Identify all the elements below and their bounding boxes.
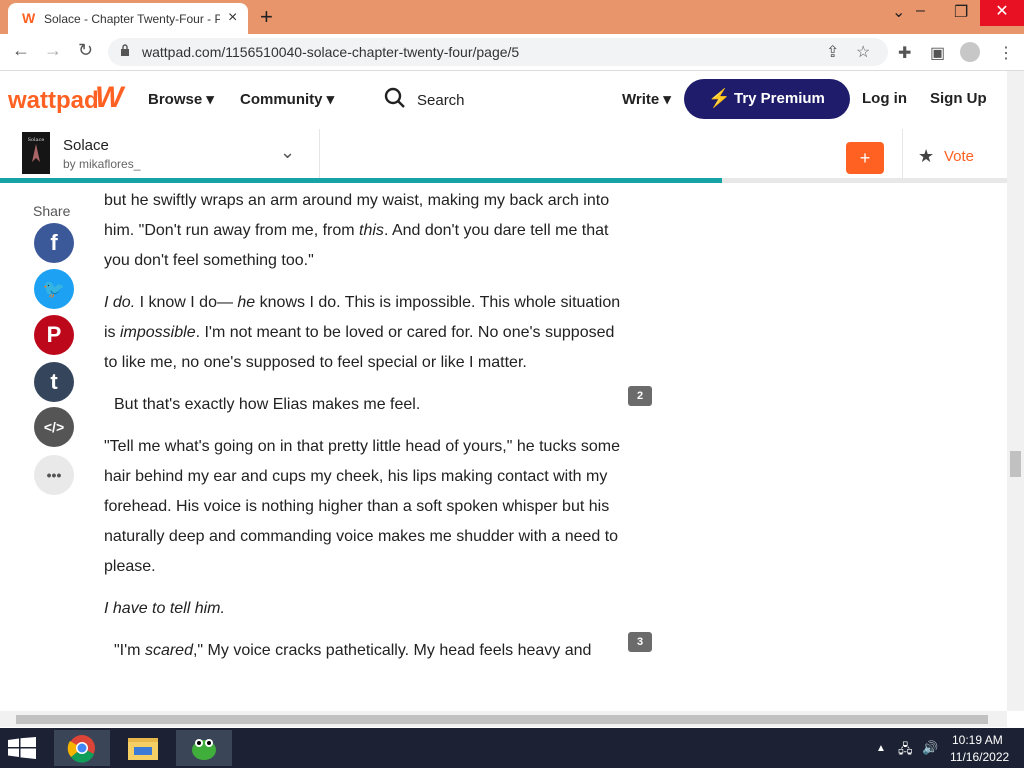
wattpad-w-logo-icon[interactable]: W xyxy=(95,81,123,115)
reading-progress-fill xyxy=(0,178,722,183)
search-icon[interactable] xyxy=(384,87,406,109)
vertical-scroll-thumb[interactable] xyxy=(1010,451,1021,477)
browser-toolbar: ← → ↻ wattpad.com/1156510040-solace-chap… xyxy=(0,34,1024,71)
volume-icon[interactable]: 🔊 xyxy=(922,740,938,756)
reading-progress-bar xyxy=(0,178,1024,183)
story-paragraph: "I'm scared," My voice cracks pathetical… xyxy=(114,642,592,659)
url-text[interactable]: wattpad.com/1156510040-solace-chapter-tw… xyxy=(142,44,519,60)
network-icon[interactable]: 🖧 xyxy=(898,740,913,762)
more-share-icon[interactable]: ••• xyxy=(34,455,74,495)
bookmark-star-icon[interactable]: ☆ xyxy=(856,42,870,62)
file-explorer-taskbar-app[interactable] xyxy=(114,730,170,766)
lightning-icon: ⚡ xyxy=(708,88,731,108)
add-to-library-button[interactable]: + xyxy=(846,142,884,174)
story-paragraph: "Tell me what's going on in that pretty … xyxy=(104,438,621,575)
cover-art-icon: Solace xyxy=(22,132,50,174)
windows-start-icon[interactable] xyxy=(8,737,36,759)
try-premium-button[interactable]: ⚡ Try Premium xyxy=(684,79,850,119)
wattpad-logo[interactable]: wattpad xyxy=(8,87,99,115)
clock-time[interactable]: 10:19 AM xyxy=(952,733,1003,747)
clock-date[interactable]: 11/16/2022 xyxy=(950,750,1009,764)
story-paragraph: but he swiftly wraps an arm around my wa… xyxy=(104,192,610,269)
browse-menu[interactable]: Browse ▾ xyxy=(148,90,214,108)
new-tab-button[interactable]: + xyxy=(260,4,273,30)
tab-search-icon[interactable]: ⌄ xyxy=(892,2,905,22)
browser-titlebar: W Solace - Chapter Twenty-Four - P × + ⌄… xyxy=(0,0,1024,34)
story-bar: Solace Solace by mikaflores_ ⌄ + ★ Vote xyxy=(0,129,1024,179)
wattpad-favicon-icon: W xyxy=(22,10,36,26)
share-label: Share xyxy=(33,203,71,219)
windows-taskbar: ▲ 🖧 🔊 10:19 AM 11/16/2022 xyxy=(0,728,1024,768)
pinterest-share-icon[interactable]: P xyxy=(34,315,74,355)
browser-tab[interactable]: W Solace - Chapter Twenty-Four - P × xyxy=(8,3,248,34)
star-icon[interactable]: ★ xyxy=(918,146,934,167)
menu-dots-icon[interactable]: ⋮ xyxy=(998,43,1014,63)
divider xyxy=(902,129,903,179)
community-menu[interactable]: Community ▾ xyxy=(240,90,334,108)
embed-share-icon[interactable]: </> xyxy=(34,407,74,447)
back-arrow-icon[interactable]: ← xyxy=(12,40,30,61)
chevron-down-icon[interactable]: ⌄ xyxy=(280,142,295,163)
tab-title: Solace - Chapter Twenty-Four - P xyxy=(44,12,220,26)
story-paragraph: I do. I know I do— he knows I do. This i… xyxy=(104,294,621,371)
minimize-button[interactable]: – xyxy=(916,2,925,20)
twitter-share-icon[interactable]: 🐦 xyxy=(34,269,74,309)
lock-icon xyxy=(121,44,129,56)
svg-text:Solace: Solace xyxy=(28,137,45,143)
forward-arrow-icon[interactable]: → xyxy=(44,40,62,61)
chrome-taskbar-app[interactable] xyxy=(54,730,110,766)
write-menu[interactable]: Write ▾ xyxy=(622,90,671,108)
tab-close-button[interactable]: × xyxy=(228,9,237,27)
story-title[interactable]: Solace xyxy=(63,137,109,154)
chapter-content: but he swiftly wraps an arm around my wa… xyxy=(104,186,624,678)
tumblr-share-icon[interactable]: t xyxy=(34,362,74,402)
horizontal-scroll-thumb[interactable] xyxy=(16,715,988,724)
premium-label: Try Premium xyxy=(734,90,825,107)
frog-app-icon xyxy=(192,739,216,760)
story-author[interactable]: by mikaflores_ xyxy=(63,157,140,171)
story-paragraph: But that's exactly how Elias makes me fe… xyxy=(114,396,421,413)
side-panel-icon[interactable]: ▣ xyxy=(930,43,945,63)
share-page-icon[interactable]: ⇪ xyxy=(826,42,839,62)
signup-link[interactable]: Sign Up xyxy=(930,90,987,107)
facebook-share-icon[interactable]: f xyxy=(34,223,74,263)
login-link[interactable]: Log in xyxy=(862,90,907,107)
folder-icon xyxy=(128,738,158,760)
profile-avatar[interactable] xyxy=(960,42,980,62)
maximize-button[interactable]: ❐ xyxy=(954,2,968,22)
story-cover-image[interactable]: Solace xyxy=(22,132,50,174)
chrome-icon xyxy=(67,735,95,763)
horizontal-scrollbar[interactable] xyxy=(0,711,1007,727)
reload-icon[interactable]: ↻ xyxy=(78,40,93,61)
address-bar[interactable]: wattpad.com/1156510040-solace-chapter-tw… xyxy=(108,38,888,66)
app-taskbar-item[interactable] xyxy=(176,730,232,766)
search-label[interactable]: Search xyxy=(417,92,465,109)
vertical-scrollbar[interactable] xyxy=(1007,71,1024,711)
extensions-icon[interactable]: ✚ xyxy=(898,43,911,63)
vote-button[interactable]: Vote xyxy=(944,148,974,165)
show-hidden-icons-icon[interactable]: ▲ xyxy=(876,743,886,754)
site-header: wattpad W Browse ▾ Community ▾ Search Wr… xyxy=(0,71,1024,130)
close-window-button[interactable]: ✕ xyxy=(980,0,1024,26)
divider xyxy=(319,129,320,179)
story-paragraph: I have to tell him. xyxy=(104,600,225,617)
inline-comment-badge[interactable]: 3 xyxy=(628,632,652,652)
inline-comment-badge[interactable]: 2 xyxy=(628,386,652,406)
